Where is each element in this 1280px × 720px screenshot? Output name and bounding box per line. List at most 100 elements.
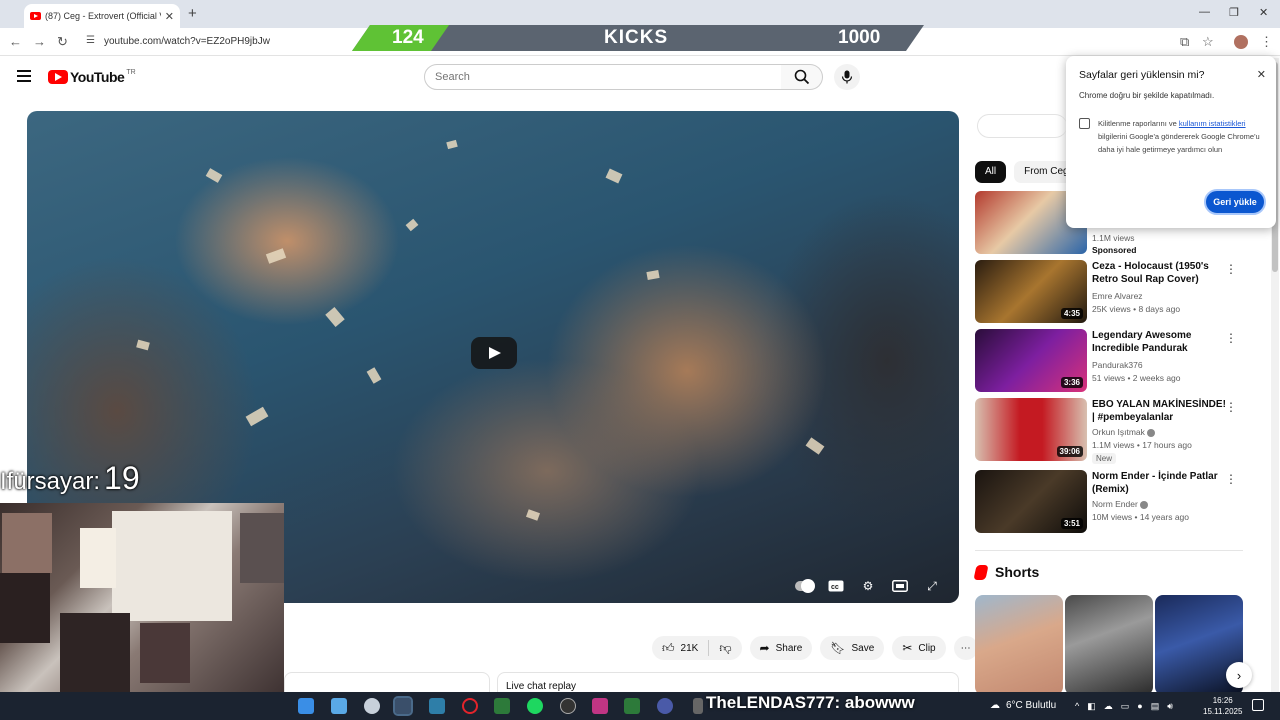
- video-thumbnail[interactable]: 3:36: [975, 329, 1087, 392]
- back-icon[interactable]: ←: [9, 34, 22, 49]
- close-tab-icon[interactable]: ✕: [165, 10, 174, 23]
- voice-search-button[interactable]: [834, 64, 860, 90]
- taskbar-app-icon[interactable]: [560, 698, 576, 714]
- minimize-icon[interactable]: —: [1199, 6, 1210, 18]
- clip-label: Clip: [918, 642, 936, 654]
- site-info-icon[interactable]: ☰: [86, 35, 95, 46]
- theater-mode-icon[interactable]: [891, 579, 909, 593]
- taskbar-app-icon[interactable]: [331, 698, 347, 714]
- crash-report-checkbox[interactable]: [1079, 118, 1090, 129]
- weather-cloud-icon: ☁: [990, 700, 1000, 711]
- recommendation-item[interactable]: 3:36 Legendary Awesome Incredible Pandur…: [975, 329, 1243, 393]
- recommendation-item[interactable]: 3:51 Norm Ender - İçinde Patlar (Remix) …: [975, 470, 1243, 534]
- channel-name[interactable]: Emre Alvarez: [1092, 291, 1143, 301]
- video-thumbnail[interactable]: 3:51: [975, 470, 1087, 533]
- tab-strip: (87) Ceg - Extrovert (Official Vi ✕ + — …: [0, 0, 1280, 28]
- restore-button[interactable]: Geri yükle: [1204, 189, 1266, 215]
- webcam-overlay: [0, 503, 284, 693]
- taskbar-app-icon[interactable]: [693, 698, 703, 714]
- start-icon[interactable]: [298, 698, 314, 714]
- save-button[interactable]: 🔖︎ Save: [820, 636, 885, 660]
- sidebar-search-box[interactable]: [977, 114, 1067, 138]
- bookmark-icon: 🔖︎: [830, 641, 846, 655]
- profile-avatar[interactable]: [1234, 35, 1248, 49]
- bookmark-star-icon[interactable]: ☆: [1202, 34, 1214, 50]
- search-input[interactable]: [424, 64, 782, 90]
- duration-badge: 3:36: [1060, 377, 1083, 388]
- play-button[interactable]: [471, 337, 517, 369]
- stream-overlay-counter: Ifürsayar: 19: [0, 460, 140, 497]
- close-window-icon[interactable]: ✕: [1259, 6, 1268, 19]
- chip-all[interactable]: All: [975, 161, 1007, 183]
- taskbar-app-icon[interactable]: [429, 698, 445, 714]
- subtitles-icon[interactable]: cc: [827, 579, 845, 593]
- address-bar[interactable]: youtube.com/watch?v=EZ2oPH9jbJw: [104, 36, 270, 47]
- recommendation-meta: 1.1M views • 17 hours ago: [1092, 440, 1192, 450]
- tab-title: (87) Ceg - Extrovert (Official Vi: [45, 11, 161, 21]
- like-count: 21K: [680, 642, 699, 654]
- recommendation-item[interactable]: 39:06 EBO YALAN MAKİNESİNDE! | #pembeyal…: [975, 398, 1243, 464]
- taskbar-app-icon[interactable]: [364, 698, 380, 714]
- network-icon[interactable]: ▤: [1151, 701, 1160, 712]
- reload-icon[interactable]: ↻: [57, 34, 68, 50]
- new-tab-button[interactable]: +: [188, 5, 197, 22]
- share-button[interactable]: ➦ Share: [749, 636, 813, 660]
- instagram-icon[interactable]: [592, 698, 608, 714]
- tray-chevron-icon[interactable]: ^: [1075, 701, 1079, 712]
- browser-tab[interactable]: (87) Ceg - Extrovert (Official Vi ✕: [24, 4, 180, 28]
- recommendation-title[interactable]: Legendary Awesome Incredible Pandurak: [1092, 329, 1228, 355]
- channel-name[interactable]: Norm Ender: [1092, 499, 1148, 509]
- clip-button[interactable]: ✂ Clip: [892, 636, 946, 660]
- video-thumbnail[interactable]: 39:06: [975, 398, 1087, 461]
- opera-icon[interactable]: [462, 698, 478, 714]
- recommendation-title[interactable]: EBO YALAN MAKİNESİNDE! | #pembeyalanlar: [1092, 398, 1228, 424]
- filter-chips: All From Ceg: [975, 161, 1079, 183]
- microphone-tray-icon[interactable]: ●: [1137, 701, 1142, 712]
- thumbs-down-icon[interactable]: 👎︎: [719, 641, 731, 656]
- search-button[interactable]: [781, 64, 823, 90]
- forward-icon[interactable]: →: [33, 34, 46, 49]
- taskbar-app-icon[interactable]: [494, 698, 510, 714]
- more-vertical-icon[interactable]: ⋮: [1225, 331, 1237, 345]
- video-thumbnail[interactable]: 4:35: [975, 260, 1087, 323]
- channel-name[interactable]: Pandurak376: [1092, 360, 1143, 370]
- thumbs-up-icon: 👍︎: [662, 640, 675, 655]
- fullscreen-icon[interactable]: ⤢: [923, 579, 941, 593]
- notifications-icon[interactable]: [1252, 699, 1264, 711]
- restore-window-icon[interactable]: ❐: [1229, 6, 1239, 19]
- clock-time: 16:26: [1212, 696, 1233, 705]
- tray-display-icon[interactable]: ▭: [1121, 701, 1130, 712]
- short-thumbnail[interactable]: [1065, 595, 1153, 695]
- recommendation-item[interactable]: 4:35 Ceza - Holocaust (1950's Retro Soul…: [975, 260, 1243, 324]
- short-thumbnail[interactable]: [975, 595, 1063, 695]
- more-vertical-icon[interactable]: ⋮: [1225, 262, 1237, 276]
- shorts-next-button[interactable]: ›: [1226, 662, 1252, 688]
- taskbar-app-icon[interactable]: [624, 698, 640, 714]
- more-vertical-icon[interactable]: ⋮: [1225, 400, 1237, 414]
- usage-stats-link[interactable]: kullanım istatistikleri: [1179, 119, 1246, 128]
- youtube-logo[interactable]: YouTube TR: [48, 69, 136, 85]
- taskbar-clock[interactable]: 16:26 15.11.2025: [1203, 695, 1242, 717]
- channel-name[interactable]: Orkun Işıtmak: [1092, 427, 1155, 437]
- steam-icon[interactable]: [393, 696, 413, 716]
- weather-widget[interactable]: ☁ 6°C Bulutlu: [990, 700, 1056, 711]
- youtube-favicon-icon: [30, 12, 41, 20]
- taskbar-app-icon[interactable]: [657, 698, 673, 714]
- like-button[interactable]: 👍︎ 21K 👎︎: [652, 636, 742, 660]
- settings-gear-icon[interactable]: ⚙: [859, 579, 877, 593]
- recommendation-title[interactable]: Norm Ender - İçinde Patlar (Remix): [1092, 470, 1228, 496]
- volume-icon[interactable]: 🔊︎: [1167, 701, 1173, 712]
- install-app-icon[interactable]: ⧉: [1180, 34, 1189, 50]
- more-vertical-icon[interactable]: ⋮: [1225, 472, 1237, 486]
- scissors-icon: ✂: [902, 641, 913, 655]
- more-actions-button[interactable]: ⋯: [953, 636, 978, 660]
- autoplay-toggle[interactable]: [795, 579, 815, 593]
- tray-app-icon[interactable]: ◧: [1087, 701, 1096, 712]
- chrome-menu-icon[interactable]: ⋮: [1260, 34, 1273, 50]
- menu-icon[interactable]: [17, 70, 31, 82]
- verified-icon: [1139, 500, 1148, 509]
- close-dialog-icon[interactable]: ✕: [1257, 68, 1266, 81]
- tray-cloud-icon[interactable]: ☁: [1104, 701, 1113, 712]
- spotify-icon[interactable]: [527, 698, 543, 714]
- recommendation-title[interactable]: Ceza - Holocaust (1950's Retro Soul Rap …: [1092, 260, 1228, 286]
